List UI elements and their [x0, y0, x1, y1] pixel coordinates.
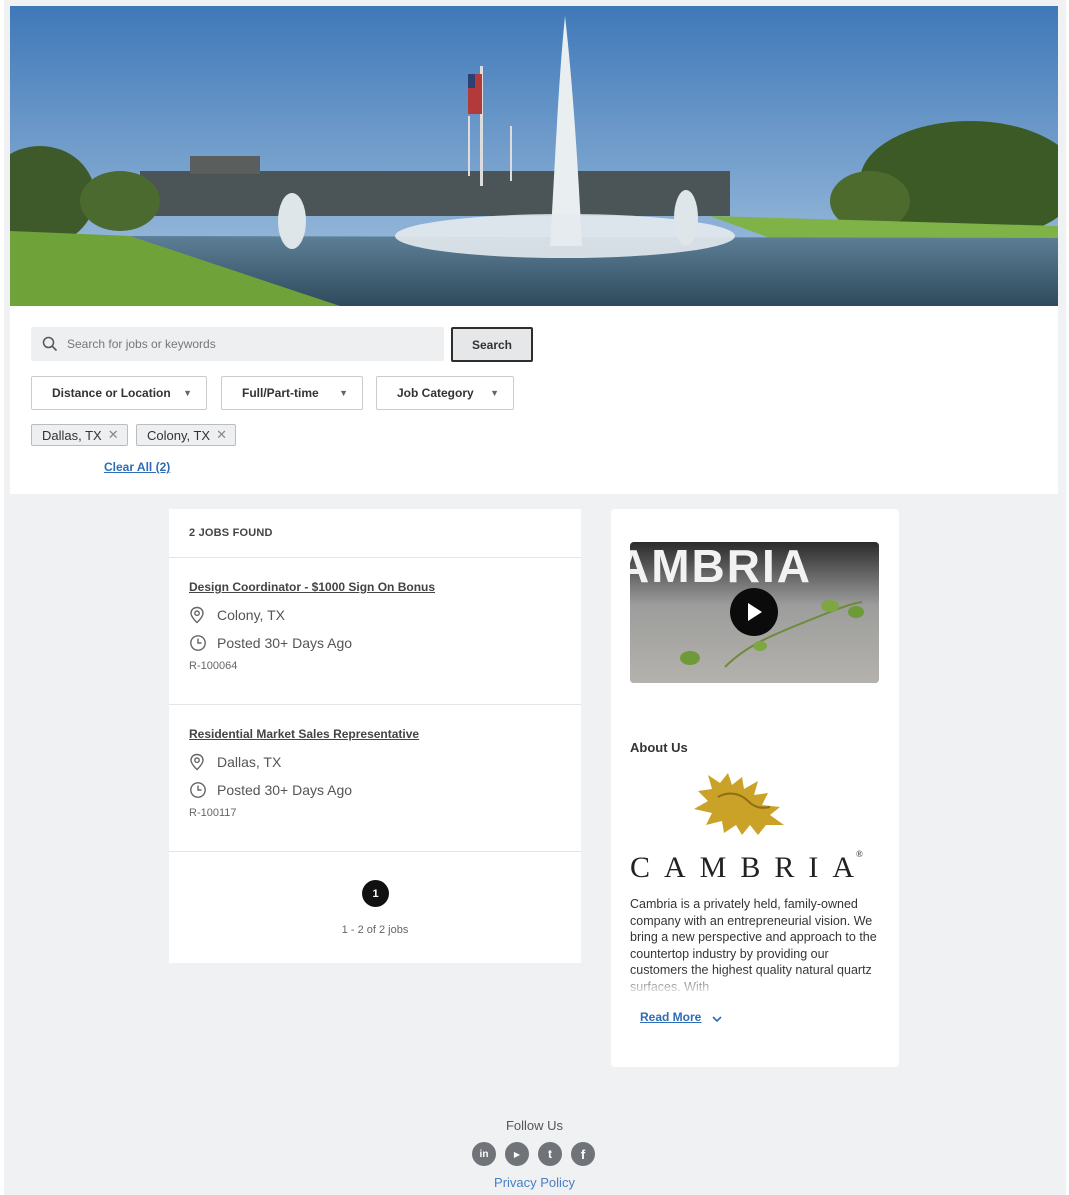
job-location: Colony, TX	[189, 602, 569, 628]
filter-chip-dallas: Dallas, TX ✕	[31, 424, 128, 446]
search-input[interactable]	[63, 329, 423, 359]
location-pin-icon	[189, 606, 211, 624]
job-location: Dallas, TX	[189, 749, 569, 775]
jobs-found-count: 2 JOBS FOUND	[189, 527, 273, 539]
follow-us-label: Follow Us	[505, 1118, 564, 1133]
job-category-label: Job Category	[397, 386, 474, 400]
privacy-policy-link[interactable]: Privacy Policy	[0, 1175, 1069, 1190]
play-icon[interactable]	[730, 588, 778, 636]
clock-icon	[189, 781, 211, 799]
clear-all-link[interactable]: Clear All (2)	[104, 460, 170, 474]
read-more-link[interactable]: Read More	[640, 1010, 701, 1024]
twitter-icon[interactable]: t	[538, 1142, 562, 1166]
job-requisition-id: R-100064	[189, 660, 238, 672]
linkedin-icon[interactable]: in	[472, 1142, 496, 1166]
job-posted: Posted 30+ Days Ago	[189, 630, 569, 656]
twitter-glyph: t	[548, 1147, 552, 1161]
job-posted-text: Posted 30+ Days Ago	[217, 782, 353, 798]
divider	[169, 851, 581, 852]
text-fade-overlay	[630, 971, 882, 995]
job-list-item: Design Coordinator - $1000 Sign On Bonus…	[189, 580, 569, 672]
search-icon	[31, 336, 63, 352]
job-requisition-id: R-100117	[189, 807, 237, 819]
pagination-range-text: 1 - 2 of 2 jobs	[341, 924, 409, 936]
search-field[interactable]	[31, 327, 444, 361]
youtube-icon[interactable]: ▶	[505, 1142, 529, 1166]
divider	[169, 557, 581, 558]
job-posted-text: Posted 30+ Days Ago	[217, 635, 353, 651]
search-filter-panel: Search Distance or Location ▼ Full/Part-…	[10, 306, 1058, 494]
close-icon[interactable]: ✕	[108, 427, 119, 443]
caret-down-icon: ▼	[339, 388, 348, 398]
youtube-glyph: ▶	[513, 1149, 521, 1159]
caret-down-icon: ▼	[490, 388, 499, 398]
brand-wordmark: CAMBRIA®	[630, 849, 880, 885]
social-links: in ▶ t f	[472, 1142, 595, 1166]
facebook-glyph: f	[580, 1146, 586, 1162]
clock-icon	[189, 634, 211, 652]
job-title-link[interactable]: Residential Market Sales Representative	[189, 727, 569, 745]
search-button[interactable]: Search	[451, 327, 533, 362]
about-us-heading: About Us	[630, 740, 688, 755]
job-location-text: Dallas, TX	[217, 754, 282, 770]
video-brand-text: AMBRIA	[630, 542, 812, 592]
linkedin-glyph: in	[479, 1148, 489, 1160]
pagination-page-button[interactable]: 1	[362, 880, 389, 907]
job-posted: Posted 30+ Days Ago	[189, 777, 569, 803]
video-thumbnail[interactable]: AMBRIA	[630, 542, 879, 683]
facebook-icon[interactable]: f	[571, 1142, 595, 1166]
brand-name: CAMBRIA	[630, 851, 869, 884]
job-title-link[interactable]: Design Coordinator - $1000 Sign On Bonus	[189, 580, 569, 598]
hero-banner-image	[10, 6, 1058, 306]
job-category-dropdown[interactable]: Job Category ▼	[376, 376, 514, 410]
filter-chip-label: Dallas, TX	[42, 427, 102, 443]
filter-chip-colony: Colony, TX ✕	[136, 424, 237, 446]
full-part-time-dropdown[interactable]: Full/Part-time ▼	[221, 376, 363, 410]
distance-location-dropdown[interactable]: Distance or Location ▼	[31, 376, 207, 410]
chevron-down-icon[interactable]	[711, 1011, 723, 1029]
registered-mark: ®	[856, 849, 863, 859]
dragon-logo-icon	[688, 767, 788, 846]
close-icon[interactable]: ✕	[216, 427, 227, 443]
job-location-text: Colony, TX	[217, 607, 285, 623]
filter-chip-label: Colony, TX	[147, 427, 211, 443]
location-pin-icon	[189, 753, 211, 771]
job-results-card: 2 JOBS FOUND Design Coordinator - $1000 …	[169, 509, 581, 963]
full-part-time-label: Full/Part-time	[242, 386, 319, 400]
job-list-item: Residential Market Sales Representative …	[189, 727, 569, 819]
caret-down-icon: ▼	[183, 388, 192, 398]
about-sidebar-card: AMBRIA About Us CAMBRIA® Cambria is a pr…	[611, 509, 899, 1067]
distance-location-label: Distance or Location	[52, 386, 171, 400]
divider	[169, 704, 581, 705]
